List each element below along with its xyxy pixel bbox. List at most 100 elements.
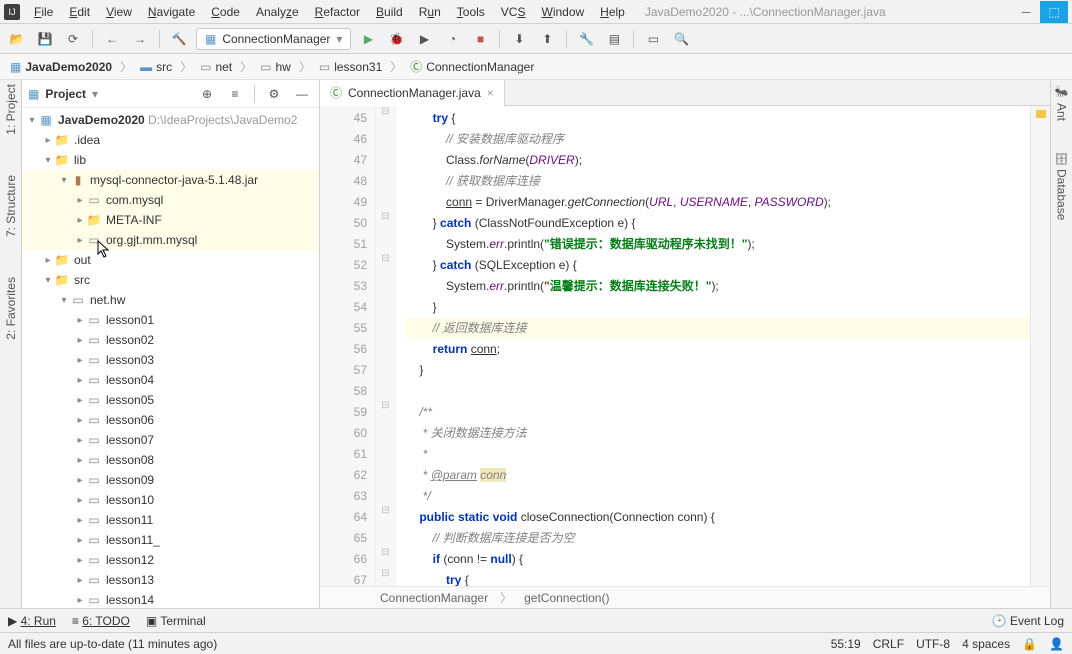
tool-terminal[interactable]: ▣ Terminal [146, 614, 206, 628]
status-eol[interactable]: CRLF [873, 637, 904, 651]
run-config-select[interactable]: ▦ ConnectionManager ▾ [196, 28, 351, 50]
tool-eventlog[interactable]: 🕑 Event Log [992, 614, 1064, 628]
avd-icon[interactable]: ▭ [642, 28, 664, 50]
tree-lib[interactable]: ▾📁lib [22, 150, 319, 170]
project-tree[interactable]: ▾▦JavaDemo2020 D:\IdeaProjects\JavaDemo2… [22, 108, 319, 608]
window-minimize[interactable]: ─ [1012, 1, 1040, 23]
bc-method[interactable]: getConnection() [524, 591, 609, 605]
tree-lesson04[interactable]: ▸▭lesson04 [22, 370, 319, 390]
tree-lesson03[interactable]: ▸▭lesson03 [22, 350, 319, 370]
hector-icon[interactable]: 👤 [1049, 637, 1064, 651]
side-database-tab[interactable]: 🗄Database [1055, 151, 1069, 220]
tree-out[interactable]: ▸📁out [22, 250, 319, 270]
crumb-src[interactable]: ▬src [136, 60, 176, 74]
code-text[interactable]: try { // 安装数据库驱动程序 Class.forName(DRIVER)… [396, 106, 1030, 586]
tree-lesson11[interactable]: ▸▭lesson11 [22, 510, 319, 530]
menu-analyze[interactable]: Analyze [248, 5, 307, 19]
select-opened-icon[interactable]: ⊕ [196, 83, 218, 105]
close-icon[interactable]: × [487, 86, 494, 100]
fold-gutter[interactable]: ⊟⊟⊟⊟⊟⊟⊟ [376, 106, 396, 586]
back-icon[interactable]: ← [101, 28, 123, 50]
tree-lesson07[interactable]: ▸▭lesson07 [22, 430, 319, 450]
code-area[interactable]: 4546474849505152535455565758596061626364… [320, 106, 1050, 586]
crumb-class[interactable]: ⒸConnectionManager [406, 58, 538, 75]
tree-jar[interactable]: ▾▮mysql-connector-java-5.1.48.jar [22, 170, 319, 190]
toolbar: 📂 💾 ⟳ ← → 🔨 ▦ ConnectionManager ▾ ▶ 🐞 ▶ … [0, 24, 1072, 54]
search-icon[interactable]: 🔍 [670, 28, 692, 50]
build-icon[interactable]: 🔨 [168, 28, 190, 50]
hide-icon[interactable]: — [291, 83, 313, 105]
run-icon[interactable]: ▶ [357, 28, 379, 50]
tree-lesson10[interactable]: ▸▭lesson10 [22, 490, 319, 510]
menu-navigate[interactable]: Navigate [140, 5, 203, 19]
tree-jar-pkg2[interactable]: ▸📁META-INF [22, 210, 319, 230]
status-msg: All files are up-to-date (11 minutes ago… [8, 637, 217, 651]
side-ant-tab[interactable]: 🐜Ant [1055, 86, 1069, 121]
status-pos[interactable]: 55:19 [831, 637, 861, 651]
menu-build[interactable]: Build [368, 5, 411, 19]
side-project-tab[interactable]: 1: Project [4, 84, 18, 135]
settings-icon[interactable]: 🔧 [575, 28, 597, 50]
profile-icon[interactable]: ◔ [441, 28, 463, 50]
tree-jar-pkg3[interactable]: ▸▭org.gjt.mm.mysql [22, 230, 319, 250]
menu-edit[interactable]: Edit [61, 5, 98, 19]
bc-class[interactable]: ConnectionManager [380, 591, 488, 605]
window-maximize[interactable]: ⬚ [1040, 1, 1068, 23]
structure-icon[interactable]: ▤ [603, 28, 625, 50]
menu-refactor[interactable]: Refactor [307, 5, 368, 19]
error-stripe[interactable] [1030, 106, 1050, 586]
tool-run[interactable]: ▶ 4: Run [8, 614, 56, 628]
tree-lesson08[interactable]: ▸▭lesson08 [22, 450, 319, 470]
tree-lesson11_[interactable]: ▸▭lesson11_ [22, 530, 319, 550]
side-favorites-tab[interactable]: 2: Favorites [4, 277, 18, 340]
tree-lesson09[interactable]: ▸▭lesson09 [22, 470, 319, 490]
menu-window[interactable]: Window [533, 5, 592, 19]
tab-connectionmanager[interactable]: Ⓒ ConnectionManager.java × [320, 80, 505, 106]
crumb-hw[interactable]: ▭hw [256, 60, 295, 74]
run-config-label: ConnectionManager [222, 32, 330, 46]
refresh-icon[interactable]: ⟳ [62, 28, 84, 50]
save-icon[interactable]: 💾 [34, 28, 56, 50]
project-pane: ▦ Project ▾ ⊕ ≡ ⚙ — ▾▦JavaDemo2020 D:\Id… [22, 80, 320, 608]
tree-lesson01[interactable]: ▸▭lesson01 [22, 310, 319, 330]
menu-file[interactable]: FFileile [26, 5, 61, 19]
crumb-project[interactable]: ▦JavaDemo2020 [6, 60, 116, 74]
crumb-net[interactable]: ▭net [196, 60, 236, 74]
tree-lesson12[interactable]: ▸▭lesson12 [22, 550, 319, 570]
tree-lesson14[interactable]: ▸▭lesson14 [22, 590, 319, 608]
coverage-icon[interactable]: ▶ [413, 28, 435, 50]
menu-vcs[interactable]: VCS [493, 5, 534, 19]
tree-idea[interactable]: ▸📁.idea [22, 130, 319, 150]
gear-icon[interactable]: ⚙ [263, 83, 285, 105]
tree-lesson13[interactable]: ▸▭lesson13 [22, 570, 319, 590]
tree-src[interactable]: ▾📁src [22, 270, 319, 290]
vcs-commit-icon[interactable]: ⬆ [536, 28, 558, 50]
status-enc[interactable]: UTF-8 [916, 637, 950, 651]
tree-lesson06[interactable]: ▸▭lesson06 [22, 410, 319, 430]
tool-todo[interactable]: ≡ 6: TODO [72, 614, 130, 628]
crumb-lesson31[interactable]: ▭lesson31 [315, 60, 386, 74]
menu-run[interactable]: Run [411, 5, 449, 19]
menu-tools[interactable]: Tools [449, 5, 493, 19]
tree-root[interactable]: ▾▦JavaDemo2020 D:\IdeaProjects\JavaDemo2 [22, 110, 319, 130]
tree-lesson02[interactable]: ▸▭lesson02 [22, 330, 319, 350]
status-indent[interactable]: 4 spaces [962, 637, 1010, 651]
tree-nethw[interactable]: ▾▭net.hw [22, 290, 319, 310]
tree-jar-pkg1[interactable]: ▸▭com.mysql [22, 190, 319, 210]
line-numbers: 4546474849505152535455565758596061626364… [320, 106, 376, 586]
tree-lesson05[interactable]: ▸▭lesson05 [22, 390, 319, 410]
menu-view[interactable]: View [98, 5, 140, 19]
side-structure-tab[interactable]: 7: Structure [4, 175, 18, 237]
stop-icon[interactable]: ■ [469, 28, 491, 50]
project-title: Project [45, 87, 86, 101]
bottom-toolbar: ▶ 4: Run ≡ 6: TODO ▣ Terminal 🕑 Event Lo… [0, 608, 1072, 632]
expand-all-icon[interactable]: ≡ [224, 83, 246, 105]
open-icon[interactable]: 📂 [6, 28, 28, 50]
debug-icon[interactable]: 🐞 [385, 28, 407, 50]
forward-icon[interactable]: → [129, 28, 151, 50]
lock-icon[interactable]: 🔒 [1022, 637, 1037, 651]
editor-breadcrumb: ConnectionManager 〉 getConnection() [320, 586, 1050, 608]
menu-code[interactable]: Code [203, 5, 248, 19]
menu-help[interactable]: Help [592, 5, 633, 19]
vcs-update-icon[interactable]: ⬇ [508, 28, 530, 50]
